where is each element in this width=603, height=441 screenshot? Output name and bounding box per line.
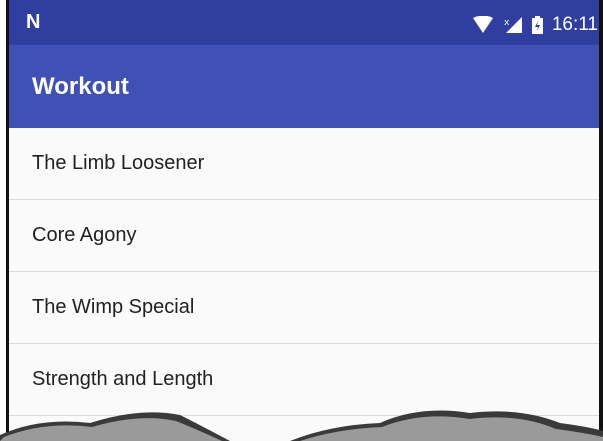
- list-item-label: Core Agony: [32, 224, 137, 246]
- device-frame-left: [6, 0, 9, 441]
- list-item-limb-loosener[interactable]: The Limb Loosener: [6, 128, 603, 200]
- list-item-label: The Wimp Special: [32, 296, 195, 318]
- wifi-icon: [472, 16, 494, 34]
- device-frame-right: [599, 0, 603, 441]
- list-item-core-agony[interactable]: Core Agony: [6, 200, 603, 272]
- battery-icon: [531, 16, 543, 34]
- status-bar: N x 16:11: [6, 0, 603, 45]
- app-toolbar: Workout: [6, 45, 603, 128]
- workout-list: The Limb Loosener Core Agony The Wimp Sp…: [6, 128, 603, 416]
- clock-time: 16:11: [551, 14, 598, 35]
- list-item-label: Strength and Length: [32, 368, 214, 390]
- status-icons: x 16:11: [472, 14, 598, 36]
- page-title: Workout: [32, 73, 129, 100]
- signal-icon: x: [503, 16, 523, 34]
- torn-edge-decoration: [0, 410, 603, 441]
- list-item-wimp-special[interactable]: The Wimp Special: [6, 272, 603, 344]
- list-item-label: The Limb Loosener: [32, 152, 205, 174]
- phone-screen: N x 16:11 Workout The Limb Loosener Core…: [6, 0, 603, 441]
- notification-n-icon: N: [26, 11, 41, 33]
- svg-text:x: x: [504, 18, 510, 28]
